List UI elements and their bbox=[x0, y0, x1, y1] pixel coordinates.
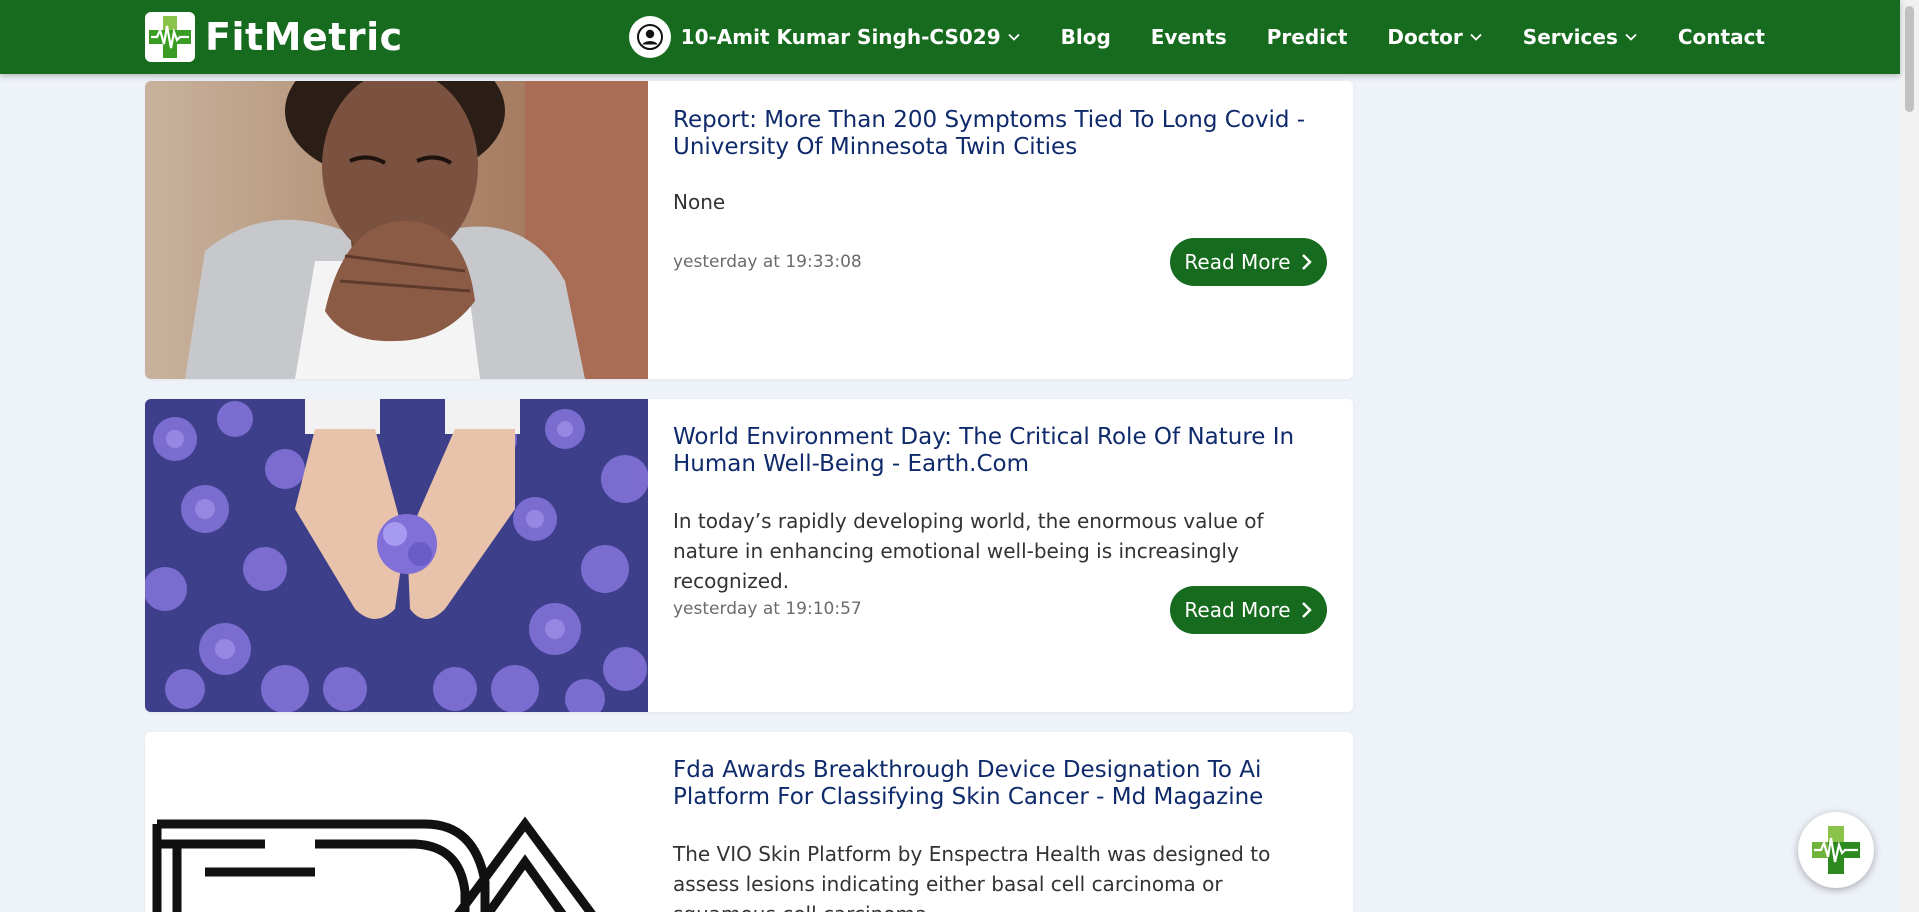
article-title[interactable]: World Environment Day: The Critical Role… bbox=[673, 424, 1327, 478]
chevron-right-icon bbox=[1301, 602, 1312, 618]
nav-events-label: Events bbox=[1150, 25, 1227, 49]
nav-contact-label: Contact bbox=[1677, 25, 1765, 49]
article-description: In today’s rapidly developing world, the… bbox=[673, 509, 1264, 593]
article-image-hands-flowers bbox=[145, 399, 648, 712]
nav-services[interactable]: Services bbox=[1523, 25, 1638, 49]
article-description: The VIO Skin Platform by Enspectra Healt… bbox=[673, 842, 1271, 912]
user-circle-icon bbox=[628, 16, 671, 58]
brand[interactable]: FitMetric bbox=[145, 12, 403, 62]
nav-menu: 10-Amit Kumar Singh-CS029 Blog Events Pr… bbox=[628, 0, 1765, 74]
nav-blog-label: Blog bbox=[1060, 25, 1111, 49]
article-body: Fda Awards Breakthrough Device Designati… bbox=[673, 732, 1327, 912]
article-image-fda-logo bbox=[145, 732, 648, 912]
read-more-button[interactable]: Read More bbox=[1170, 586, 1327, 634]
brand-name: FitMetric bbox=[205, 15, 403, 59]
nav-services-label: Services bbox=[1522, 25, 1618, 49]
floating-assistant-button[interactable] bbox=[1798, 812, 1874, 888]
nav-doctor[interactable]: Doctor bbox=[1387, 25, 1482, 49]
user-name: 10-Amit Kumar Singh-CS029 bbox=[680, 25, 1001, 49]
read-more-label: Read More bbox=[1184, 598, 1291, 622]
nav-blog[interactable]: Blog bbox=[1061, 25, 1111, 49]
page-scrollbar[interactable] bbox=[1900, 0, 1919, 912]
article-title[interactable]: Fda Awards Breakthrough Device Designati… bbox=[673, 757, 1327, 811]
chevron-down-icon bbox=[1470, 33, 1482, 41]
article-timestamp: yesterday at 19:33:08 bbox=[673, 252, 862, 272]
article-timestamp: yesterday at 19:10:57 bbox=[673, 599, 862, 619]
read-more-button[interactable]: Read More bbox=[1170, 238, 1327, 286]
article-card: Fda Awards Breakthrough Device Designati… bbox=[145, 732, 1353, 912]
article-body: Report: More Than 200 Symptoms Tied To L… bbox=[673, 81, 1327, 379]
article-body: World Environment Day: The Critical Role… bbox=[673, 399, 1327, 712]
article-image-person-coughing bbox=[145, 81, 648, 379]
read-more-label: Read More bbox=[1184, 250, 1291, 274]
medical-cross-pulse-icon bbox=[1812, 826, 1860, 874]
article-title[interactable]: Report: More Than 200 Symptoms Tied To L… bbox=[673, 107, 1327, 161]
chevron-down-icon bbox=[1625, 33, 1637, 41]
chevron-down-icon bbox=[1007, 33, 1020, 41]
top-navbar: FitMetric 10-Amit Kumar Singh-CS029 Blog… bbox=[0, 0, 1900, 74]
brand-logo-icon bbox=[145, 12, 195, 62]
chevron-right-icon bbox=[1301, 254, 1312, 270]
scrollbar-thumb[interactable] bbox=[1905, 6, 1914, 112]
nav-contact[interactable]: Contact bbox=[1678, 25, 1765, 49]
nav-events[interactable]: Events bbox=[1151, 25, 1227, 49]
user-menu[interactable]: 10-Amit Kumar Singh-CS029 bbox=[628, 16, 1021, 58]
nav-predict-label: Predict bbox=[1266, 25, 1348, 49]
article-card: Report: More Than 200 Symptoms Tied To L… bbox=[145, 81, 1353, 379]
article-description: None bbox=[673, 190, 726, 214]
article-card: World Environment Day: The Critical Role… bbox=[145, 399, 1353, 712]
nav-doctor-label: Doctor bbox=[1387, 25, 1463, 49]
nav-predict[interactable]: Predict bbox=[1267, 25, 1348, 49]
